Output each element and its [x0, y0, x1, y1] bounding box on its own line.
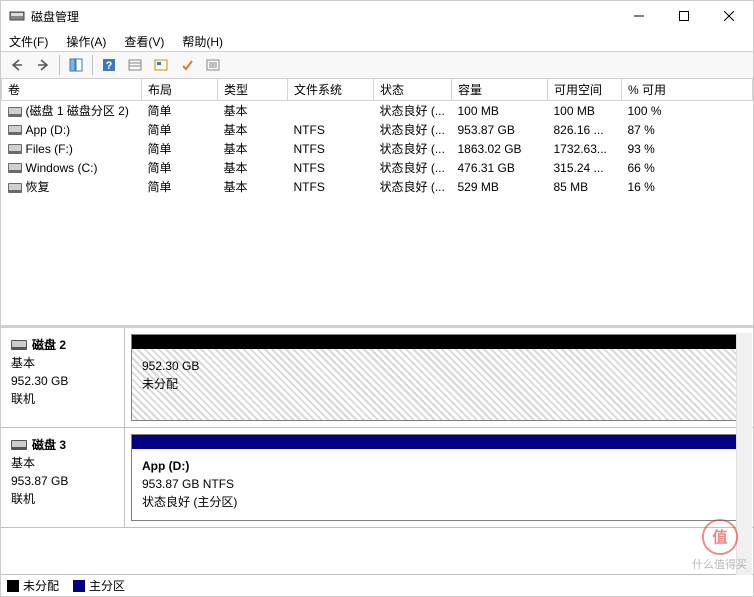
col-pct[interactable]: % 可用	[622, 79, 753, 101]
minimize-button[interactable]	[616, 1, 661, 31]
partition-header	[132, 335, 746, 349]
disk-graphic-pane: 磁盘 2基本952.30 GB联机952.30 GB未分配磁盘 3基本953.8…	[1, 328, 753, 574]
partition-body: 952.30 GB未分配	[132, 349, 746, 420]
col-type[interactable]: 类型	[218, 79, 288, 101]
table-row[interactable]: 恢复简单基本NTFS状态良好 (...529 MB85 MB16 %	[2, 177, 753, 196]
table-row[interactable]: App (D:)简单基本NTFS状态良好 (...953.87 GB826.16…	[2, 120, 753, 139]
disk-row: 磁盘 2基本952.30 GB联机952.30 GB未分配	[1, 328, 753, 428]
svg-text:?: ?	[106, 60, 113, 72]
window-title: 磁盘管理	[31, 8, 616, 25]
volume-icon	[8, 163, 22, 173]
legend-label-primary: 主分区	[89, 577, 125, 594]
forward-button[interactable]	[31, 54, 55, 76]
legend-swatch-primary	[73, 580, 85, 592]
menu-file[interactable]: 文件(F)	[7, 32, 50, 51]
col-layout[interactable]: 布局	[142, 79, 218, 101]
legend: 未分配 主分区	[1, 574, 753, 596]
menu-bar: 文件(F) 操作(A) 查看(V) 帮助(H)	[1, 31, 753, 51]
table-row[interactable]: Windows (C:)简单基本NTFS状态良好 (...476.31 GB31…	[2, 158, 753, 177]
col-capacity[interactable]: 容量	[452, 79, 548, 101]
help-button[interactable]: ?	[97, 54, 121, 76]
action-button[interactable]	[175, 54, 199, 76]
back-button[interactable]	[5, 54, 29, 76]
app-icon	[9, 8, 25, 24]
disk-row: 磁盘 3基本953.87 GB联机App (D:)953.87 GB NTFS状…	[1, 428, 753, 528]
close-button[interactable]	[706, 1, 751, 31]
list-button[interactable]	[201, 54, 225, 76]
menu-action[interactable]: 操作(A)	[64, 32, 108, 51]
volume-table: 卷 布局 类型 文件系统 状态 容量 可用空间 % 可用 (磁盘 1 磁盘分区 …	[1, 79, 753, 196]
volume-icon	[8, 183, 22, 193]
volume-icon	[8, 144, 22, 154]
legend-label-unallocated: 未分配	[23, 577, 59, 594]
col-status[interactable]: 状态	[374, 79, 452, 101]
partition[interactable]: 952.30 GB未分配	[131, 334, 747, 421]
disk-info[interactable]: 磁盘 2基本952.30 GB联机	[1, 328, 125, 427]
volume-icon	[8, 125, 22, 135]
settings-button[interactable]	[123, 54, 147, 76]
disk-info[interactable]: 磁盘 3基本953.87 GB联机	[1, 428, 125, 527]
partition-body: App (D:)953.87 GB NTFS状态良好 (主分区)	[132, 449, 746, 520]
disk-icon	[11, 440, 27, 450]
view-button[interactable]	[64, 54, 88, 76]
toolbar: ?	[1, 51, 753, 79]
col-volume[interactable]: 卷	[2, 79, 142, 101]
refresh-button[interactable]	[149, 54, 173, 76]
col-free[interactable]: 可用空间	[548, 79, 622, 101]
table-row[interactable]: Files (F:)简单基本NTFS状态良好 (...1863.02 GB173…	[2, 139, 753, 158]
volume-icon	[8, 107, 22, 117]
menu-view[interactable]: 查看(V)	[122, 32, 166, 51]
table-row[interactable]: (磁盘 1 磁盘分区 2)简单基本状态良好 (...100 MB100 MB10…	[2, 101, 753, 121]
title-bar: 磁盘管理	[1, 1, 753, 31]
table-header-row: 卷 布局 类型 文件系统 状态 容量 可用空间 % 可用	[2, 79, 753, 101]
partition-header	[132, 435, 746, 449]
vertical-scrollbar[interactable]	[736, 333, 752, 575]
disk-icon	[11, 340, 27, 350]
col-filesystem[interactable]: 文件系统	[288, 79, 374, 101]
maximize-button[interactable]	[661, 1, 706, 31]
partition[interactable]: App (D:)953.87 GB NTFS状态良好 (主分区)	[131, 434, 747, 521]
legend-swatch-unallocated	[7, 580, 19, 592]
menu-help[interactable]: 帮助(H)	[180, 32, 225, 51]
volume-list-pane: 卷 布局 类型 文件系统 状态 容量 可用空间 % 可用 (磁盘 1 磁盘分区 …	[1, 79, 753, 328]
